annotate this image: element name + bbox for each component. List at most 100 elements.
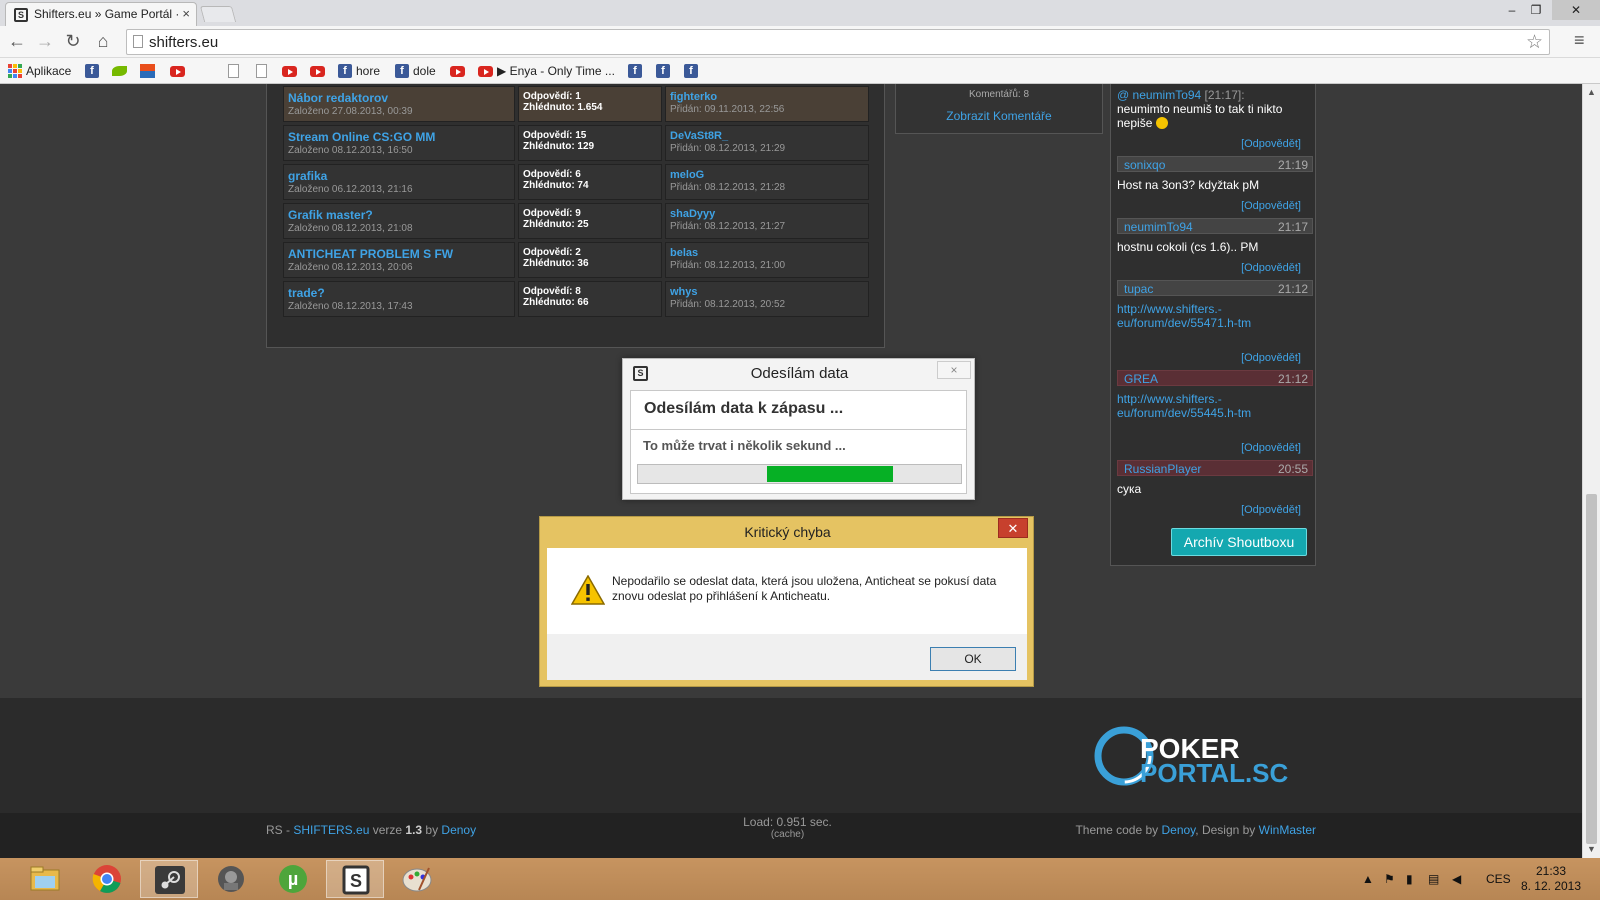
cache-text: (cache) (770, 829, 805, 840)
browser-menu-icon[interactable]: ≡ (1574, 30, 1585, 51)
shout-user-link[interactable]: RussianPlayer (1124, 462, 1201, 476)
reply-link[interactable]: [Odpovědět] (1241, 352, 1301, 364)
home-icon[interactable]: ⌂ (92, 30, 114, 52)
bookmark-nvidia[interactable] (112, 63, 127, 79)
taskbar-app-cs[interactable] (202, 860, 260, 898)
last-post-user-link[interactable]: meloG (670, 169, 864, 181)
poker-portal-logo[interactable]: POKER PORTAL.SC (1094, 722, 1314, 792)
shout-user-link[interactable]: neumimTo94 (1124, 220, 1193, 234)
bookmark-page-2[interactable] (256, 63, 267, 79)
last-post-user-link[interactable]: fighterko (670, 91, 864, 103)
shoutbox-archive-button[interactable]: Archív Shoutboxu (1171, 528, 1307, 556)
last-post-user-link[interactable]: DeVaSt8R_ (670, 130, 864, 142)
browser-tab[interactable]: S Shifters.eu » Game Portál · × (5, 2, 197, 26)
topic-cell: Stream Online CS:GO MM Založeno 08.12.201… (283, 125, 515, 161)
scroll-thumb[interactable] (1586, 494, 1597, 844)
maximize-button[interactable]: ❐ (1524, 0, 1548, 20)
page-scrollbar[interactable]: ▲ ▼ (1582, 84, 1600, 858)
taskbar-shifters[interactable]: S (326, 860, 384, 898)
footer-designer-link[interactable]: WinMaster (1259, 823, 1316, 837)
window-close-button[interactable]: ✕ (1552, 0, 1600, 20)
bookmark-enya[interactable]: ▶ Enya - Only Time ... (478, 63, 615, 79)
bookmark-facebook-2[interactable]: f (628, 63, 642, 79)
shout-user-link[interactable]: GREA (1124, 372, 1158, 386)
bookmark-star-icon[interactable]: ☆ (1526, 31, 1543, 54)
error-dialog-body: Nepodařilo se odeslat data, která jsou u… (547, 548, 1027, 680)
bookmark-facebook-3[interactable]: f (656, 63, 670, 79)
url-input[interactable] (149, 32, 1519, 52)
bookmark-youtube-2[interactable] (282, 63, 297, 79)
shout-user-link[interactable]: sonixqo (1124, 158, 1165, 172)
tray-show-hidden-icon[interactable]: ▲ (1362, 858, 1374, 900)
show-comments-link[interactable]: Zobrazit Komentáře (896, 109, 1102, 123)
dialog-subtext: To může trvat i několik sekund ... (643, 438, 846, 453)
reply-link[interactable]: [Odpovědět] (1241, 262, 1301, 274)
reply-link[interactable]: [Odpovědět] (1241, 504, 1301, 516)
bookmark-dole[interactable]: f dole (395, 63, 436, 79)
topic-title-link[interactable]: Nábor redaktorov (288, 91, 510, 105)
address-bar[interactable]: ☆ (126, 29, 1550, 55)
topic-views: Zhlédnuto: 1.654 (523, 102, 603, 113)
last-post-user-link[interactable]: belas (670, 247, 864, 259)
bookmark-youtube-4[interactable] (450, 63, 465, 79)
reply-link[interactable]: [Odpovědět] (1241, 138, 1301, 150)
tab-close-icon[interactable]: × (182, 6, 190, 21)
taskbar-paint[interactable] (388, 860, 446, 898)
tray-volume-icon[interactable]: ◀ (1452, 858, 1461, 900)
footer-author-link[interactable]: Denoy (441, 823, 476, 837)
bookmark-apps[interactable]: Aplikace (8, 63, 71, 79)
tray-power-icon[interactable]: ▮ (1406, 858, 1413, 900)
footer-site-link[interactable]: SHIFTERS.eu (293, 823, 369, 837)
topic-cell: Nábor redaktorov Založeno 27.08.2013, 00:… (283, 86, 515, 122)
topic-title-link[interactable]: trade? (288, 286, 510, 300)
bookmark-youtube-1[interactable] (170, 63, 185, 79)
taskbar-utorrent[interactable]: µ (264, 860, 322, 898)
reload-icon[interactable]: ↻ (62, 30, 84, 52)
bookmark-facebook-4[interactable]: f (684, 63, 698, 79)
last-post-user-link[interactable]: whys (670, 286, 864, 298)
minimize-button[interactable]: – (1500, 0, 1524, 20)
scroll-down-icon[interactable]: ▼ (1587, 844, 1596, 854)
error-close-button[interactable]: ✕ (998, 518, 1028, 538)
shout-text[interactable]: http://www.shifters.-eu/forum/dev/55471.… (1117, 302, 1257, 330)
new-tab-button[interactable] (199, 6, 237, 22)
scroll-up-icon[interactable]: ▲ (1587, 87, 1596, 97)
bookmark-youtube-3[interactable] (310, 63, 325, 79)
forward-arrow-icon[interactable]: → (34, 30, 56, 52)
youtube-icon (478, 65, 493, 77)
shout-header: RussianPlayer 20:55 (1117, 460, 1313, 476)
topic-title-link[interactable]: Grafik master? (288, 208, 510, 222)
taskbar-steam[interactable] (140, 860, 198, 898)
shout-header: tupac 21:12 (1117, 280, 1313, 296)
topic-title-link[interactable]: ANTICHEAT PROBLEM S FW (288, 247, 510, 261)
reply-link[interactable]: [Odpovědět] (1241, 200, 1301, 212)
shout-user-link[interactable]: tupac (1124, 282, 1153, 296)
taskbar-chrome[interactable] (78, 860, 136, 898)
dialog-close-button[interactable]: × (937, 361, 971, 379)
last-post-time: Přidán: 09.11.2013, 22:56 (670, 104, 785, 115)
reply-link[interactable]: [Odpovědět] (1241, 442, 1301, 454)
comments-panel: Komentářů: 8 Zobrazit Komentáře (895, 84, 1103, 134)
topic-title-link[interactable]: Stream Online CS:GO MM (288, 130, 510, 144)
critical-error-dialog: Kritický chyba ✕ Nepodařilo se odeslat d… (539, 516, 1034, 687)
bookmark-hore[interactable]: f hore (338, 63, 380, 79)
last-post-user-link[interactable]: shaDyyy (670, 208, 864, 220)
bookmark-hltv[interactable] (140, 63, 155, 79)
bookmark-page-1[interactable] (228, 63, 239, 79)
ok-button[interactable]: OK (930, 647, 1016, 671)
tray-clock[interactable]: 21:33 8. 12. 2013 (1516, 864, 1586, 894)
tray-language[interactable]: CES (1486, 858, 1511, 900)
tray-flag-icon[interactable]: ⚑ (1384, 858, 1395, 900)
smiley-icon (1155, 117, 1168, 129)
back-arrow-icon[interactable]: ← (6, 30, 28, 52)
shout-text: Host na 3on3? kdyžtak pM (1117, 178, 1260, 192)
taskbar-explorer[interactable] (16, 860, 74, 898)
error-dialog-title: Kritický chyba (744, 524, 831, 540)
topic-title-link[interactable]: grafika (288, 169, 510, 183)
bookmark-facebook-1[interactable]: f (85, 63, 99, 79)
tray-network-icon[interactable]: ▤ (1428, 858, 1439, 900)
shout-user[interactable]: neumimTo94 (1133, 88, 1202, 102)
shoutbox-panel: @ neumimTo94 [21:17]: neumimto neumiš to… (1110, 84, 1316, 566)
footer-theme-author-link[interactable]: Denoy (1161, 823, 1195, 837)
shout-text[interactable]: http://www.shifters.-eu/forum/dev/55445.… (1117, 392, 1257, 420)
